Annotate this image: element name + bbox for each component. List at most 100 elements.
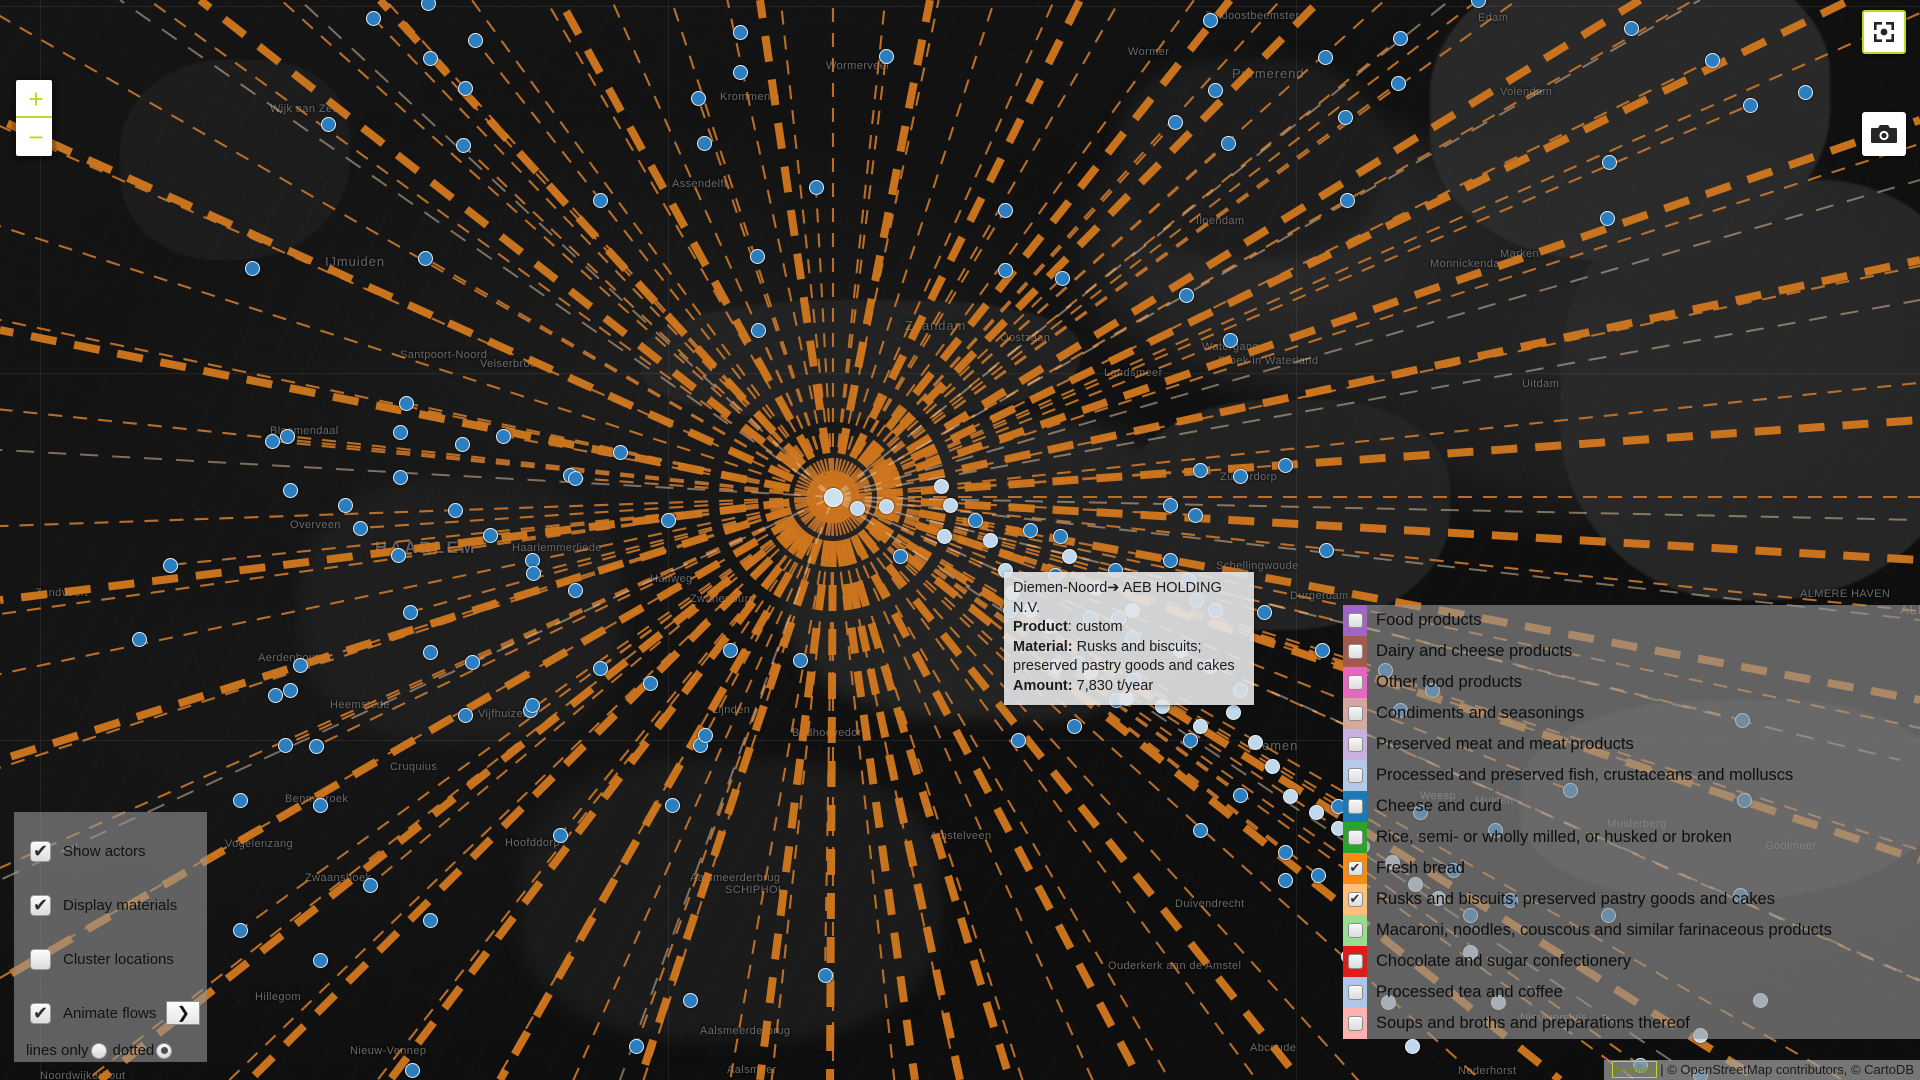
location-marker[interactable] bbox=[660, 512, 676, 528]
location-marker[interactable] bbox=[1167, 114, 1183, 130]
location-marker[interactable] bbox=[320, 116, 336, 132]
legend-checkbox[interactable] bbox=[1347, 768, 1363, 783]
location-marker[interactable] bbox=[1222, 332, 1238, 348]
location-marker[interactable] bbox=[244, 260, 260, 276]
location-marker[interactable] bbox=[1623, 20, 1639, 36]
flow-style-radio[interactable] bbox=[156, 1042, 173, 1059]
location-marker[interactable] bbox=[392, 424, 408, 440]
location-marker-highlighted[interactable] bbox=[1308, 804, 1324, 820]
legend-item[interactable]: Food products bbox=[1343, 605, 1920, 636]
animate-flows-arrow-button[interactable]: ❯ bbox=[166, 1001, 201, 1025]
location-marker[interactable] bbox=[392, 469, 408, 485]
location-marker[interactable] bbox=[697, 727, 713, 743]
location-marker[interactable] bbox=[525, 565, 541, 581]
location-marker[interactable] bbox=[642, 675, 658, 691]
legend-checkbox[interactable] bbox=[1347, 675, 1363, 690]
location-marker[interactable] bbox=[312, 952, 328, 968]
location-marker[interactable] bbox=[1339, 192, 1355, 208]
location-marker[interactable] bbox=[1310, 867, 1326, 883]
location-marker[interactable] bbox=[1182, 732, 1198, 748]
location-marker[interactable] bbox=[612, 444, 628, 460]
location-marker[interactable] bbox=[1601, 154, 1617, 170]
panel-option-row[interactable]: Display materials bbox=[14, 878, 207, 932]
location-marker[interactable] bbox=[1162, 552, 1178, 568]
panel-option-row[interactable]: Show actors bbox=[14, 824, 207, 878]
location-marker-highlighted[interactable] bbox=[1192, 718, 1208, 734]
location-marker[interactable] bbox=[308, 738, 324, 754]
legend-item[interactable]: Dairy and cheese products bbox=[1343, 636, 1920, 667]
panel-option-row[interactable]: Animate flows ❯ bbox=[14, 986, 207, 1040]
legend-item[interactable]: Soups and broths and preparations thereo… bbox=[1343, 1008, 1920, 1039]
location-marker[interactable] bbox=[402, 604, 418, 620]
legend-item[interactable]: Rusks and biscuits; preserved pastry goo… bbox=[1343, 884, 1920, 915]
location-marker[interactable] bbox=[808, 179, 824, 195]
legend-checkbox[interactable] bbox=[1347, 644, 1363, 659]
location-marker[interactable] bbox=[817, 967, 833, 983]
location-marker[interactable] bbox=[1797, 84, 1813, 100]
location-marker[interactable] bbox=[1202, 12, 1218, 28]
location-marker[interactable] bbox=[232, 922, 248, 938]
location-marker[interactable] bbox=[1277, 844, 1293, 860]
location-marker[interactable] bbox=[267, 687, 283, 703]
legend-item[interactable]: Processed and preserved fish, crustacean… bbox=[1343, 760, 1920, 791]
location-marker-highlighted[interactable] bbox=[1061, 548, 1077, 564]
location-marker[interactable] bbox=[279, 428, 295, 444]
location-marker[interactable] bbox=[454, 436, 470, 452]
location-marker[interactable] bbox=[1742, 97, 1758, 113]
legend-item[interactable]: Other food products bbox=[1343, 667, 1920, 698]
location-marker-highlighted[interactable] bbox=[1282, 788, 1298, 804]
location-marker-highlighted[interactable] bbox=[878, 498, 894, 514]
location-marker[interactable] bbox=[997, 202, 1013, 218]
hub-location-marker[interactable] bbox=[823, 487, 843, 507]
location-marker[interactable] bbox=[422, 50, 438, 66]
legend-item[interactable]: Fresh bread bbox=[1343, 853, 1920, 884]
location-marker[interactable] bbox=[567, 470, 583, 486]
legend-checkbox[interactable] bbox=[1347, 859, 1363, 876]
location-marker[interactable] bbox=[312, 797, 328, 813]
location-marker[interactable] bbox=[417, 250, 433, 266]
location-marker[interactable] bbox=[732, 64, 748, 80]
location-marker[interactable] bbox=[1392, 30, 1408, 46]
location-marker[interactable] bbox=[1220, 135, 1236, 151]
location-marker[interactable] bbox=[1052, 528, 1068, 544]
location-marker[interactable] bbox=[1318, 542, 1334, 558]
location-marker[interactable] bbox=[398, 395, 414, 411]
location-marker[interactable] bbox=[1207, 82, 1223, 98]
location-marker[interactable] bbox=[362, 877, 378, 893]
focus-extent-button[interactable] bbox=[1862, 10, 1906, 54]
location-marker[interactable] bbox=[131, 631, 147, 647]
location-marker[interactable] bbox=[967, 512, 983, 528]
location-marker-highlighted[interactable] bbox=[936, 528, 952, 544]
location-marker[interactable] bbox=[628, 1038, 644, 1054]
location-marker[interactable] bbox=[1232, 787, 1248, 803]
legend-checkbox[interactable] bbox=[1347, 954, 1363, 969]
location-marker-highlighted[interactable] bbox=[1225, 704, 1241, 720]
legend-item[interactable]: Condiments and seasonings bbox=[1343, 698, 1920, 729]
panel-checkbox[interactable] bbox=[30, 893, 51, 917]
location-marker[interactable] bbox=[696, 135, 712, 151]
location-marker[interactable] bbox=[892, 548, 908, 564]
location-marker[interactable] bbox=[792, 652, 808, 668]
location-marker[interactable] bbox=[722, 642, 738, 658]
location-marker[interactable] bbox=[732, 24, 748, 40]
location-marker[interactable] bbox=[690, 90, 706, 106]
panel-checkbox[interactable] bbox=[30, 948, 51, 970]
location-marker[interactable] bbox=[1192, 822, 1208, 838]
location-marker[interactable] bbox=[1066, 718, 1082, 734]
legend-checkbox[interactable] bbox=[1347, 890, 1363, 907]
location-marker[interactable] bbox=[878, 48, 894, 64]
location-marker-highlighted[interactable] bbox=[1404, 1038, 1420, 1054]
location-marker[interactable] bbox=[455, 137, 471, 153]
location-marker[interactable] bbox=[282, 482, 298, 498]
legend-checkbox[interactable] bbox=[1347, 1016, 1363, 1031]
location-marker[interactable] bbox=[292, 657, 308, 673]
location-marker-highlighted[interactable] bbox=[1247, 734, 1263, 750]
legend-checkbox[interactable] bbox=[1347, 613, 1363, 628]
location-marker[interactable] bbox=[422, 912, 438, 928]
location-marker[interactable] bbox=[352, 520, 368, 536]
location-marker[interactable] bbox=[552, 827, 568, 843]
location-marker-highlighted[interactable] bbox=[849, 500, 865, 516]
legend-item[interactable]: Macaroni, noodles, couscous and similar … bbox=[1343, 915, 1920, 946]
legend-item[interactable]: Preserved meat and meat products bbox=[1343, 729, 1920, 760]
location-marker[interactable] bbox=[997, 262, 1013, 278]
